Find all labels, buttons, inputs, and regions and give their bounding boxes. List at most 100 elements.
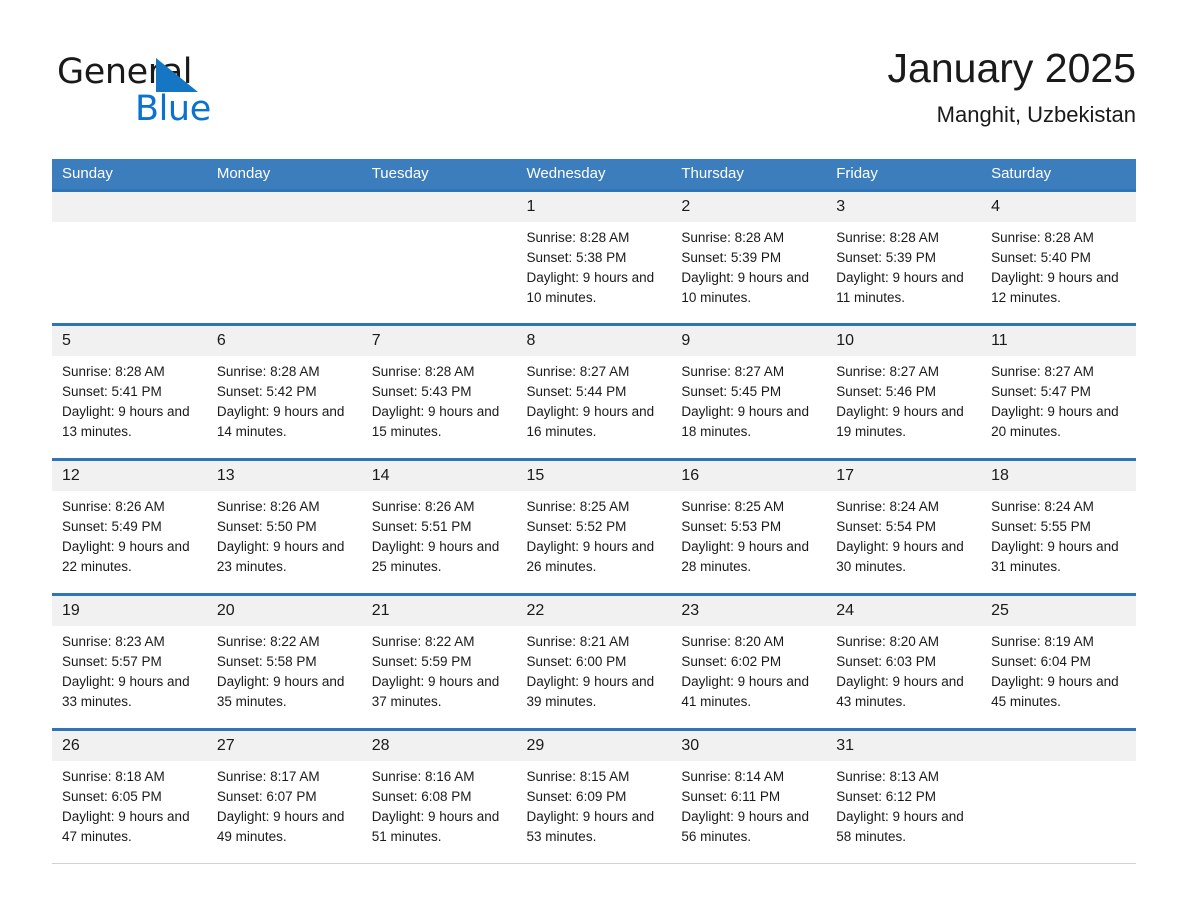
day-cell[interactable]: 2 Sunrise: 8:28 AM Sunset: 5:39 PM Dayli… [671, 189, 827, 325]
day-cell[interactable]: 10 Sunrise: 8:27 AM Sunset: 5:46 PM Dayl… [826, 323, 982, 460]
sunset-text: Sunset: 6:03 PM [836, 654, 937, 669]
day-details: Sunrise: 8:17 AM Sunset: 6:07 PM Dayligh… [207, 761, 362, 847]
sunset-text: Sunset: 5:41 PM [62, 384, 162, 399]
day-number: 19 [52, 596, 207, 626]
daylight-text: Daylight: 9 hours and 58 minutes. [836, 809, 964, 844]
daylight-text: Daylight: 9 hours and 20 minutes. [991, 404, 1119, 439]
generalblue-logo[interactable]: General Blue [57, 52, 317, 132]
calendar-week-row: 19 Sunrise: 8:23 AM Sunset: 5:57 PM Dayl… [52, 593, 1136, 730]
day-cell[interactable]: 28 Sunrise: 8:16 AM Sunset: 6:08 PM Dayl… [361, 728, 517, 864]
day-details: Sunrise: 8:27 AM Sunset: 5:46 PM Dayligh… [826, 356, 981, 442]
sunset-text: Sunset: 5:42 PM [216, 384, 317, 399]
day-cell[interactable]: 11 Sunrise: 8:27 AM Sunset: 5:47 PM Dayl… [981, 323, 1136, 460]
daylight-text: Daylight: 9 hours and 19 minutes. [836, 404, 964, 439]
daylight-text: Daylight: 9 hours and 22 minutes. [62, 539, 190, 574]
daylight-text: Daylight: 9 hours and 15 minutes. [371, 404, 500, 439]
day-number: 29 [516, 731, 672, 761]
day-number: 27 [206, 731, 362, 761]
location-subtitle: Manghit, Uzbekistan [936, 102, 1136, 127]
daylight-text: Daylight: 9 hours and 31 minutes. [991, 539, 1119, 574]
day-details: Sunrise: 8:23 AM Sunset: 5:57 PM Dayligh… [52, 626, 207, 712]
daylight-text: Daylight: 9 hours and 51 minutes. [371, 809, 500, 844]
calendar-week-row: 12 Sunrise: 8:26 AM Sunset: 5:49 PM Dayl… [52, 458, 1136, 595]
day-cell[interactable]: 7 Sunrise: 8:28 AM Sunset: 5:43 PM Dayli… [361, 323, 517, 460]
day-number: 7 [361, 326, 517, 356]
day-details: Sunrise: 8:18 AM Sunset: 6:05 PM Dayligh… [52, 761, 207, 847]
day-cell[interactable]: 1 Sunrise: 8:28 AM Sunset: 5:38 PM Dayli… [516, 189, 672, 325]
weekday-header-sunday: Sunday [52, 159, 207, 191]
day-number [361, 192, 517, 222]
sunrise-text: Sunrise: 8:19 AM [991, 634, 1094, 649]
day-cell[interactable]: 6 Sunrise: 8:28 AM Sunset: 5:42 PM Dayli… [206, 323, 362, 460]
day-cell[interactable]: 26 Sunrise: 8:18 AM Sunset: 6:05 PM Dayl… [52, 728, 207, 864]
day-cell[interactable]: 16 Sunrise: 8:25 AM Sunset: 5:53 PM Dayl… [671, 458, 827, 595]
sunrise-text: Sunrise: 8:27 AM [991, 364, 1094, 379]
day-cell[interactable]: 23 Sunrise: 8:20 AM Sunset: 6:02 PM Dayl… [671, 593, 827, 730]
sunset-text: Sunset: 5:46 PM [836, 384, 937, 399]
day-cell[interactable]: 8 Sunrise: 8:27 AM Sunset: 5:44 PM Dayli… [516, 323, 672, 460]
sunrise-text: Sunrise: 8:27 AM [836, 364, 940, 379]
day-details: Sunrise: 8:28 AM Sunset: 5:39 PM Dayligh… [826, 222, 981, 308]
day-details: Sunrise: 8:28 AM Sunset: 5:38 PM Dayligh… [517, 222, 672, 308]
day-cell[interactable]: 12 Sunrise: 8:26 AM Sunset: 5:49 PM Dayl… [52, 458, 207, 595]
weekday-header-thursday: Thursday [671, 159, 827, 191]
day-details: Sunrise: 8:22 AM Sunset: 5:59 PM Dayligh… [362, 626, 517, 712]
sunset-text: Sunset: 5:51 PM [371, 519, 472, 534]
sunset-text: Sunset: 6:04 PM [991, 654, 1091, 669]
day-cell[interactable] [52, 189, 207, 325]
day-cell[interactable]: 25 Sunrise: 8:19 AM Sunset: 6:04 PM Dayl… [981, 593, 1136, 730]
sunset-text: Sunset: 5:55 PM [991, 519, 1091, 534]
day-cell[interactable]: 18 Sunrise: 8:24 AM Sunset: 5:55 PM Dayl… [981, 458, 1136, 595]
day-cell[interactable] [361, 189, 517, 325]
day-cell[interactable]: 27 Sunrise: 8:17 AM Sunset: 6:07 PM Dayl… [206, 728, 362, 864]
day-details: Sunrise: 8:21 AM Sunset: 6:00 PM Dayligh… [517, 626, 672, 712]
sunset-text: Sunset: 5:59 PM [371, 654, 472, 669]
day-cell[interactable]: 24 Sunrise: 8:20 AM Sunset: 6:03 PM Dayl… [826, 593, 982, 730]
sunset-text: Sunset: 6:07 PM [216, 789, 317, 804]
sunset-text: Sunset: 5:52 PM [526, 519, 627, 534]
sunrise-text: Sunrise: 8:27 AM [526, 364, 630, 379]
day-details: Sunrise: 8:24 AM Sunset: 5:55 PM Dayligh… [981, 491, 1136, 577]
sunrise-text: Sunrise: 8:17 AM [216, 769, 320, 784]
day-cell[interactable]: 15 Sunrise: 8:25 AM Sunset: 5:52 PM Dayl… [516, 458, 672, 595]
day-cell[interactable]: 13 Sunrise: 8:26 AM Sunset: 5:50 PM Dayl… [206, 458, 362, 595]
weekday-header-monday: Monday [206, 159, 362, 191]
day-number: 8 [516, 326, 672, 356]
sunrise-text: Sunrise: 8:14 AM [681, 769, 785, 784]
sunset-text: Sunset: 5:50 PM [216, 519, 317, 534]
day-cell[interactable]: 9 Sunrise: 8:27 AM Sunset: 5:45 PM Dayli… [671, 323, 827, 460]
day-cell[interactable]: 21 Sunrise: 8:22 AM Sunset: 5:59 PM Dayl… [361, 593, 517, 730]
day-number: 24 [826, 596, 982, 626]
day-number: 12 [52, 461, 207, 491]
day-cell[interactable]: 31 Sunrise: 8:13 AM Sunset: 6:12 PM Dayl… [826, 728, 982, 864]
day-cell[interactable]: 14 Sunrise: 8:26 AM Sunset: 5:51 PM Dayl… [361, 458, 517, 595]
day-cell[interactable]: 22 Sunrise: 8:21 AM Sunset: 6:00 PM Dayl… [516, 593, 672, 730]
day-number: 2 [671, 192, 827, 222]
day-details: Sunrise: 8:20 AM Sunset: 6:02 PM Dayligh… [671, 626, 826, 712]
day-details: Sunrise: 8:26 AM Sunset: 5:50 PM Dayligh… [207, 491, 362, 577]
calendar-header-row: Sunday Monday Tuesday Wednesday Thursday… [52, 159, 1136, 191]
day-cell[interactable] [206, 189, 362, 325]
day-number: 18 [981, 461, 1136, 491]
day-cell[interactable]: 3 Sunrise: 8:28 AM Sunset: 5:39 PM Dayli… [826, 189, 982, 325]
day-cell[interactable]: 30 Sunrise: 8:14 AM Sunset: 6:11 PM Dayl… [671, 728, 827, 864]
day-number: 10 [826, 326, 982, 356]
page-header: General Blue January 2025 Manghit, Uzbek… [52, 42, 1136, 150]
daylight-text: Daylight: 9 hours and 12 minutes. [991, 270, 1119, 305]
daylight-text: Daylight: 9 hours and 53 minutes. [526, 809, 655, 844]
day-cell[interactable]: 19 Sunrise: 8:23 AM Sunset: 5:57 PM Dayl… [52, 593, 207, 730]
day-cell[interactable]: 17 Sunrise: 8:24 AM Sunset: 5:54 PM Dayl… [826, 458, 982, 595]
day-cell[interactable] [981, 728, 1136, 864]
day-number: 15 [516, 461, 672, 491]
daylight-text: Daylight: 9 hours and 30 minutes. [836, 539, 964, 574]
day-cell[interactable]: 5 Sunrise: 8:28 AM Sunset: 5:41 PM Dayli… [52, 323, 207, 460]
sunset-text: Sunset: 5:53 PM [681, 519, 782, 534]
day-number: 23 [671, 596, 827, 626]
day-cell[interactable]: 29 Sunrise: 8:15 AM Sunset: 6:09 PM Dayl… [516, 728, 672, 864]
day-cell[interactable]: 20 Sunrise: 8:22 AM Sunset: 5:58 PM Dayl… [206, 593, 362, 730]
day-details: Sunrise: 8:28 AM Sunset: 5:43 PM Dayligh… [362, 356, 517, 442]
daylight-text: Daylight: 9 hours and 14 minutes. [216, 404, 345, 439]
sunrise-text: Sunrise: 8:27 AM [681, 364, 785, 379]
day-details: Sunrise: 8:16 AM Sunset: 6:08 PM Dayligh… [362, 761, 517, 847]
day-cell[interactable]: 4 Sunrise: 8:28 AM Sunset: 5:40 PM Dayli… [981, 189, 1136, 325]
